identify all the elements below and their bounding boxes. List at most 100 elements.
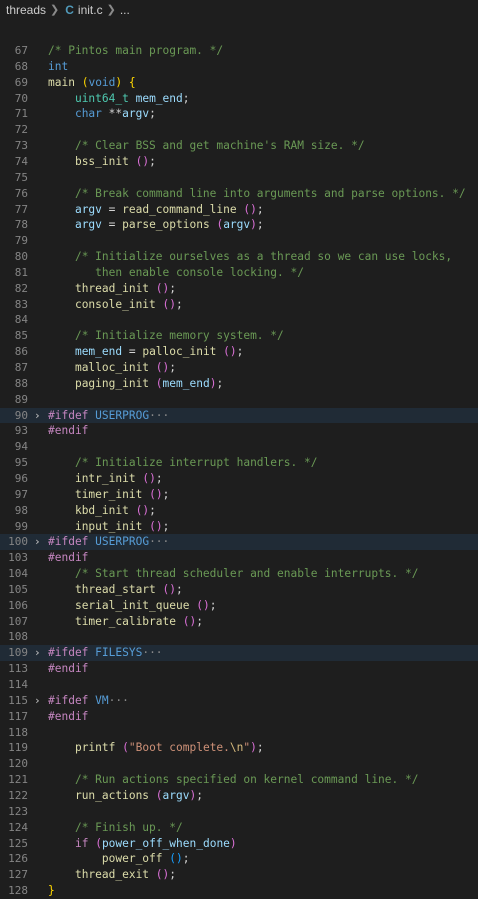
code-token: mem_end [162,376,210,390]
code-line[interactable]: 82 thread_init (); [0,281,478,297]
code-line[interactable]: 81 then enable console locking. */ [0,265,478,281]
code-line[interactable]: 124 /* Finish up. */ [0,820,478,836]
fold-chevron-icon[interactable]: › [34,408,44,424]
code-line[interactable]: 100 › #ifdef USERPROG··· [0,534,478,551]
code-line[interactable]: 123 [0,804,478,820]
code-line[interactable]: 122 run_actions (argv); [0,788,478,804]
breadcrumb-more[interactable]: ... [120,0,130,20]
code-line[interactable]: 121 /* Run actions specified on kernel c… [0,772,478,788]
code-line[interactable]: 85 /* Initialize memory system. */ [0,328,478,344]
code-line[interactable]: 96 intr_init (); [0,471,478,487]
line-number: 96 [14,471,28,485]
code-line[interactable]: 108 [0,629,478,645]
line-number: 79 [14,234,28,248]
code-line[interactable]: 109 › #ifdef FILESYS··· [0,645,478,662]
code-line[interactable]: 73 /* Clear BSS and get machine's RAM si… [0,138,478,154]
line-number: 120 [8,757,28,771]
code-token: mem_end [135,91,183,105]
code-line[interactable]: 103 #endif [0,550,478,566]
code-line[interactable]: 97 timer_init (); [0,487,478,503]
fold-chevron-icon[interactable]: › [34,534,44,550]
code-line[interactable]: 79 [0,233,478,249]
code-line[interactable]: 113 #endif [0,661,478,677]
code-line[interactable]: 115 › #ifdef VM··· [0,693,478,709]
code-line[interactable]: 76 /* Break command line into arguments … [0,186,478,202]
code-line[interactable]: 128} [0,883,478,899]
code-token: power_off [101,852,163,866]
code-token: ) [229,836,237,850]
code-text: run_actions (argv); [48,788,203,804]
line-number: 107 [8,614,28,628]
fold-chevron-icon[interactable]: › [34,645,44,661]
code-line[interactable]: 119 printf ("Boot complete.\n"); [0,740,478,756]
code-line[interactable]: 68 int [0,59,478,75]
code-token: ; [169,361,177,374]
line-number: 128 [8,884,28,898]
c-file-icon: C [65,3,74,17]
code-token: ; [182,852,190,866]
breadcrumb-folder[interactable]: threads [6,0,46,20]
code-line[interactable]: 83 console_init (); [0,297,478,313]
fold-chevron-icon[interactable]: › [34,693,44,709]
code-line[interactable]: 69 main (void) { [0,75,478,91]
line-number: 121 [8,773,28,787]
code-text: uint64_t mem_end; [48,91,190,107]
code-line[interactable]: 89 [0,392,478,408]
code-line[interactable]: 107 timer_calibrate (); [0,614,478,630]
code-line[interactable]: 90 › #ifdef USERPROG··· [0,407,478,424]
code-line[interactable]: 93 #endif [0,423,478,439]
breadcrumb-file[interactable]: init.c [78,0,103,20]
code-line[interactable]: 114 [0,677,478,693]
code-text: #endif [48,661,88,677]
code-line[interactable]: 80 /* Initialize ourselves as a thread s… [0,249,478,265]
code-line[interactable]: 84 [0,312,478,328]
code-line[interactable]: 71 char **argv; [0,106,478,122]
code-line[interactable]: 77 argv = read_command_line (); [0,202,478,218]
code-text: thread_init (); [48,281,176,297]
code-token: parse_options [122,218,210,232]
code-line[interactable]: 88 paging_init (mem_end); [0,376,478,392]
code-text: console_init (); [48,297,183,313]
code-text: paging_init (mem_end); [48,376,223,392]
code-line[interactable]: 87 malloc_init (); [0,360,478,376]
code-line[interactable]: 104 /* Start thread scheduler and enable… [0,566,478,582]
code-line[interactable]: 125 if (power_off_when_done) [0,836,478,852]
code-text: #ifdef USERPROG··· [48,408,169,424]
code-token: ; [162,519,170,533]
code-line[interactable]: 75 [0,170,478,186]
code-line[interactable]: 118 [0,725,478,741]
code-token: #ifdef [48,408,89,422]
code-token: \n [229,741,244,755]
code-token: ; [256,741,264,755]
code-line[interactable]: 117 #endif [0,709,478,725]
code-line[interactable]: 98 kbd_init (); [0,503,478,519]
code-line[interactable]: 70 uint64_t mem_end; [0,91,478,107]
code-token: ) [149,471,156,485]
code-line[interactable]: 106 serial_init_queue (); [0,598,478,614]
code-line[interactable]: 120 [0,756,478,772]
code-token: /* Initialize interrupt handlers. */ [74,456,318,470]
code-text: /* Pintos main program. */ [48,43,223,59]
code-line[interactable]: 72 [0,122,478,138]
code-line[interactable]: 86 mem_end = palloc_init (); [0,344,478,360]
code-line[interactable]: 126 power_off (); [0,851,478,867]
code-line[interactable]: 95 /* Initialize interrupt handlers. */ [0,455,478,471]
code-line[interactable]: 74 bss_init (); [0,154,478,170]
code-line[interactable]: 94 [0,439,478,455]
code-line[interactable]: 127 thread_exit (); [0,867,478,883]
chevron-right-icon: ❯ [50,4,60,16]
code-line[interactable]: 78 argv = parse_options (argv); [0,217,478,233]
code-token: #ifdef [48,693,89,707]
code-token: ) [250,741,257,755]
code-line[interactable]: 105 thread_start (); [0,582,478,598]
code-line[interactable]: 67 /* Pintos main program. */ [0,43,478,59]
line-number: 114 [8,678,28,691]
code-line[interactable]: 99 input_init (); [0,519,478,535]
